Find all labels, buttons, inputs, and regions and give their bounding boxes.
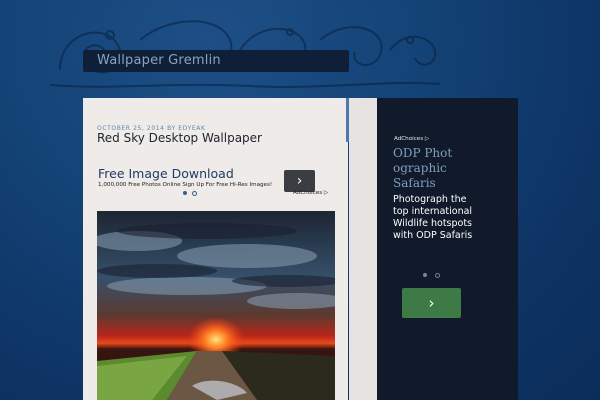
ad-top-dot[interactable] bbox=[192, 191, 197, 196]
ad-side-title-link[interactable]: ODP Photographic Safaris bbox=[393, 146, 453, 191]
chevron-right-icon: › bbox=[428, 294, 435, 312]
site-title-link[interactable]: Wallpaper Gremlin bbox=[97, 53, 221, 68]
chevron-right-icon: › bbox=[296, 173, 303, 189]
adchoices-label: AdChoices bbox=[394, 136, 424, 142]
accent-bar bbox=[346, 98, 349, 142]
post-title-link[interactable]: Red Sky Desktop Wallpaper bbox=[97, 131, 262, 145]
adchoices-icon: ▷ bbox=[424, 136, 430, 142]
ad-side-adchoices[interactable]: AdChoices ▷ bbox=[394, 136, 429, 142]
ad-side-dot[interactable] bbox=[435, 273, 440, 278]
ad-top-dot-active[interactable] bbox=[183, 191, 187, 195]
ad-top-text: 1,000,000 Free Photos Online Sign Up For… bbox=[98, 182, 273, 188]
ad-side-dot-active[interactable] bbox=[423, 273, 427, 277]
red-sky-wallpaper-image[interactable] bbox=[97, 211, 335, 400]
ad-top-arrow-button[interactable]: › bbox=[284, 170, 315, 192]
ad-side-arrow-button[interactable]: › bbox=[402, 288, 461, 318]
adchoices-icon: ▷ bbox=[323, 190, 329, 196]
adchoices-label: AdChoices bbox=[293, 190, 323, 196]
ad-top-title-link[interactable]: Free Image Download bbox=[98, 166, 234, 181]
sidebar-divider-strip bbox=[349, 98, 377, 400]
ad-top-adchoices[interactable]: AdChoices ▷ bbox=[293, 190, 328, 196]
ad-side-text: Photograph the top international Wildlif… bbox=[393, 194, 473, 241]
